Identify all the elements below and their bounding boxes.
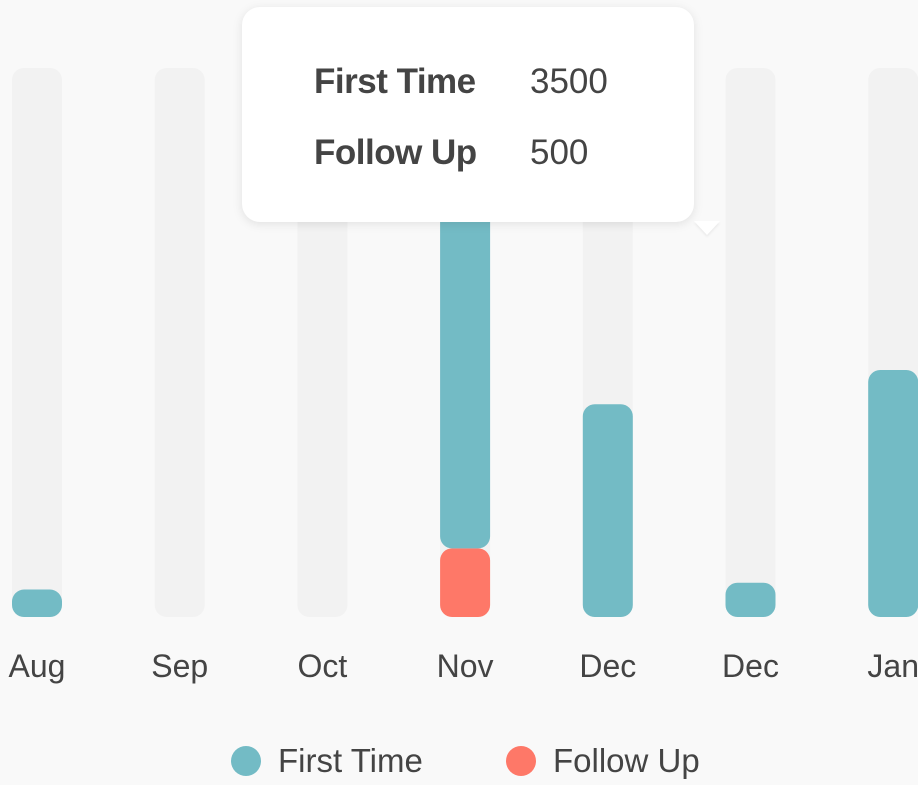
bar-track: [154, 68, 205, 617]
stacked-bar-chart: Aug Sep Oct Nov Dec Dec Jan First Time 3500 Fo…: [0, 0, 918, 785]
legend-item-first-time[interactable]: First Time: [231, 742, 423, 780]
bar-first-time[interactable]: [725, 582, 776, 617]
bar-track: [12, 68, 62, 617]
data-tooltip: First Time 3500 Follow Up 500: [242, 7, 720, 235]
bar-first-time[interactable]: [582, 404, 633, 617]
x-tick-label: Aug: [9, 648, 66, 684]
legend-item-follow-up[interactable]: Follow Up: [506, 742, 700, 780]
legend-label: Follow Up: [553, 742, 700, 779]
x-tick-label: Nov: [437, 648, 494, 684]
tooltip-row-follow-up: Follow Up 500: [314, 133, 588, 173]
x-tick-label: Dec: [722, 648, 779, 684]
legend-swatch: [506, 746, 536, 776]
bar-track: [725, 68, 776, 617]
bar-first-time[interactable]: [868, 369, 918, 617]
x-tick-label: Oct: [298, 648, 348, 684]
x-tick-label: Jan: [867, 648, 918, 684]
x-tick-label: Dec: [579, 648, 636, 684]
tooltip-value: 3500: [530, 62, 608, 101]
tooltip-value: 500: [530, 133, 589, 172]
tooltip-row-first-time: First Time 3500: [314, 62, 608, 102]
tooltip-pointer: [694, 221, 720, 235]
chart-legend: First Time Follow Up: [0, 742, 918, 785]
legend-label: First Time: [278, 742, 423, 779]
tooltip-label: Follow Up: [314, 133, 477, 172]
tooltip-label: First Time: [314, 62, 476, 101]
legend-swatch: [231, 746, 261, 776]
bar-follow-up[interactable]: [440, 548, 491, 617]
bar-first-time[interactable]: [12, 589, 62, 617]
x-tick-label: Sep: [151, 648, 208, 684]
